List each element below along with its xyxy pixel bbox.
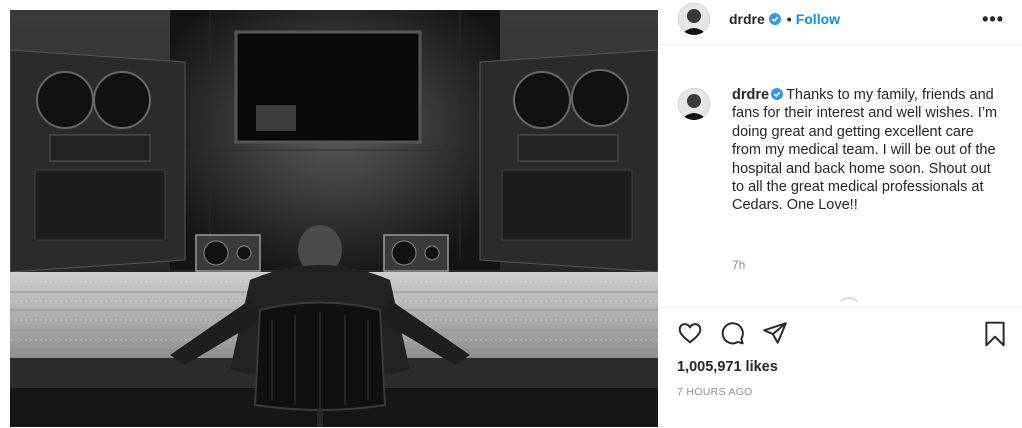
heart-icon[interactable] [677,320,703,346]
comment-icon[interactable] [719,320,745,346]
bookmark-icon[interactable] [982,320,1008,348]
caption-username-link[interactable]: drdre [732,87,769,103]
avatar-icon [678,3,710,35]
username-link[interactable]: drdre [729,11,765,27]
share-icon[interactable] [762,320,788,346]
post-details-panel: drdre • Follow ••• drdre Thanks to my fa… [658,0,1022,427]
caption-text: drdre Thanks to my family, friends and f… [732,86,1004,215]
verified-badge-icon [771,88,784,100]
verified-badge-icon [768,13,781,25]
avatar-icon [678,88,710,120]
action-bar: 1,005,971 likes 7 HOURS AGO [658,307,1022,428]
profile-avatar[interactable] [678,3,710,35]
header-user-line: drdre • Follow [729,11,840,27]
separator-dot: • [786,11,792,27]
post-photo[interactable] [10,10,658,427]
caption-body: Thanks to my family, friends and fans fo… [732,87,998,214]
caption-avatar[interactable] [678,88,710,120]
post-header: drdre • Follow ••• [658,0,1022,45]
post-timestamp[interactable]: 7 HOURS AGO [677,386,753,398]
likes-count[interactable]: 1,005,971 likes [677,359,778,375]
studio-photo-illustration [10,10,658,427]
follow-button[interactable]: Follow [796,11,840,27]
caption-timestamp[interactable]: 7h [732,258,745,272]
more-options-icon[interactable]: ••• [982,9,1004,30]
